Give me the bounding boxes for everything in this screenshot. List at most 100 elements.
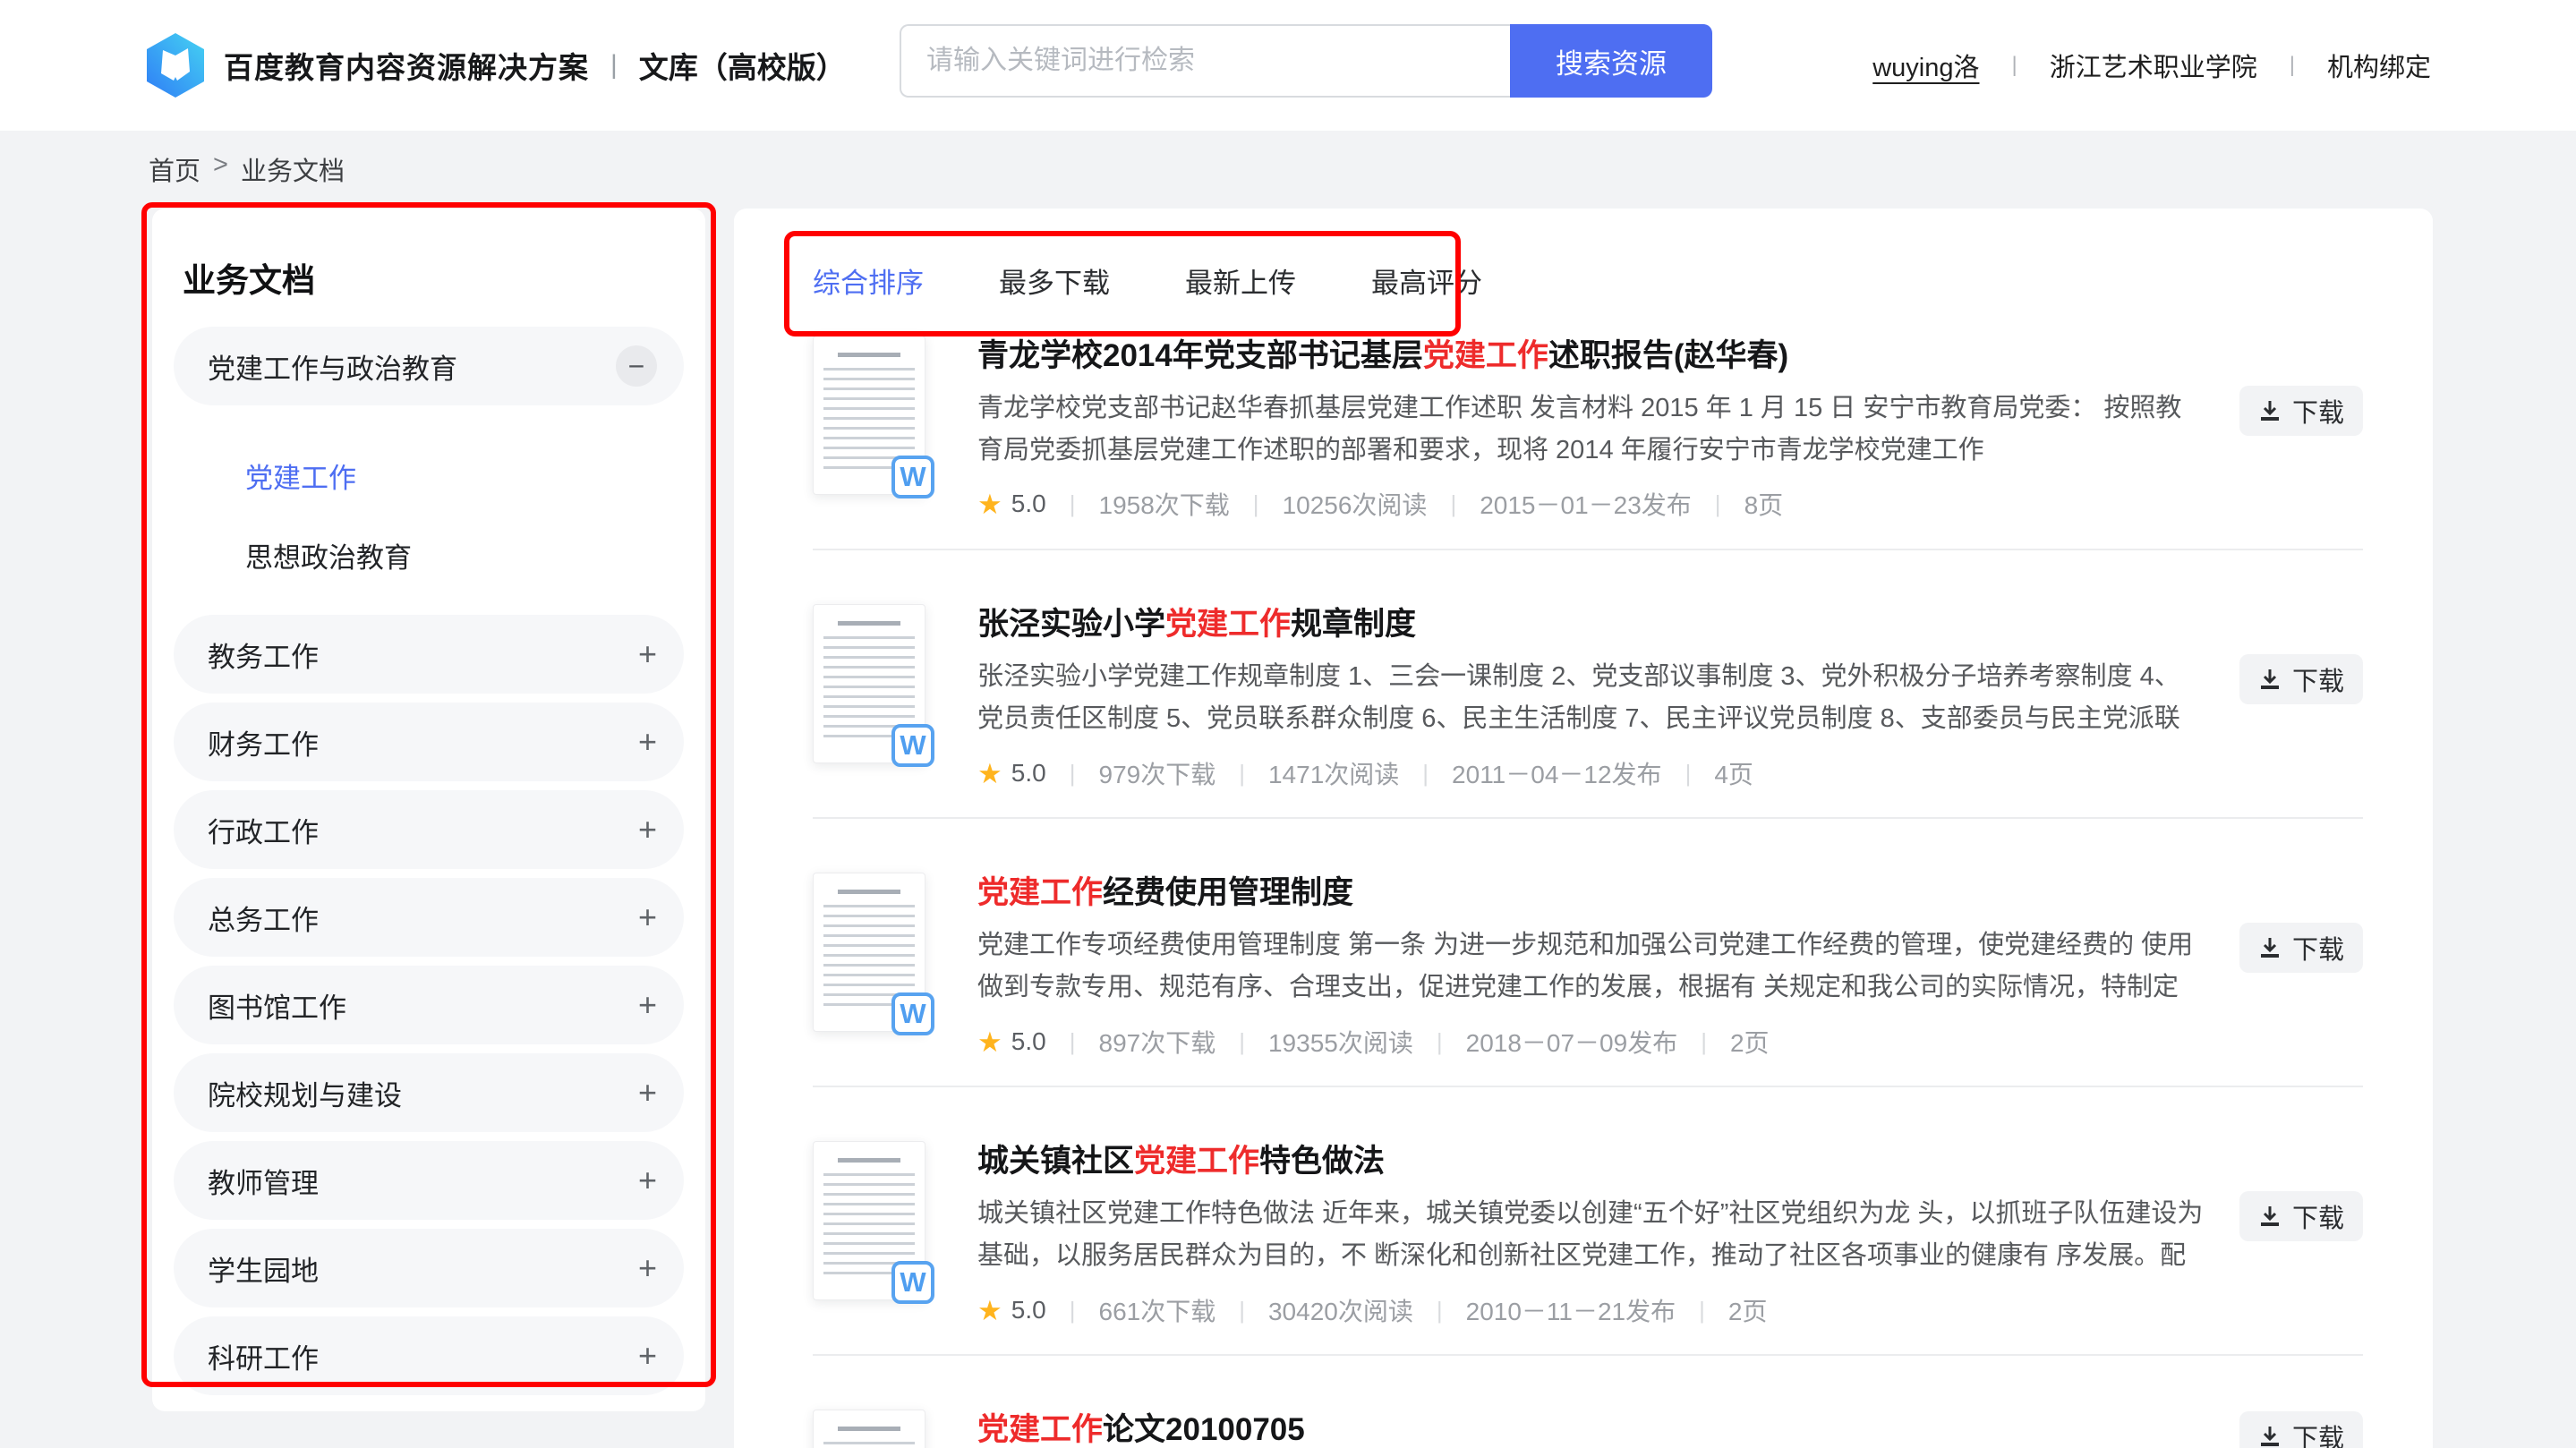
download-area: 下载 — [2239, 654, 2363, 704]
read-count: 10256次阅读 — [1283, 486, 1428, 522]
sort-tabs: 综合排序 最多下载 最新上传 最高评分 — [734, 209, 2433, 302]
download-icon — [2258, 399, 2282, 422]
expand-plus-icon[interactable]: + — [638, 1340, 657, 1372]
word-doc-badge: W — [891, 456, 934, 498]
user-area: wuying洛 | 浙江艺术职业学院 | 机构绑定 — [1872, 0, 2431, 131]
download-icon — [2258, 1425, 2282, 1448]
expand-plus-icon[interactable]: + — [638, 1252, 657, 1284]
result-content: 党建工作经费使用管理制度 党建工作专项经费使用管理制度 第一条 为进一步规范和加… — [977, 873, 2239, 1060]
product-title: 文库（高校版） — [639, 44, 846, 87]
result-item: 党建工作论文20100705 下载 — [813, 1410, 2363, 1448]
expand-plus-icon[interactable]: + — [638, 726, 657, 758]
search-button[interactable]: 搜索资源 — [1510, 24, 1712, 98]
breadcrumb-separator: > — [213, 150, 228, 188]
bind-institution-link[interactable]: 机构绑定 — [2327, 47, 2431, 84]
sidebar-category-zongwu[interactable]: 总务工作 + — [174, 878, 684, 957]
doc-thumbnail-wrap: W — [813, 873, 927, 1032]
category-sidebar: 业务文档 党建工作与政治教育 − 党建工作 思想政治教育 教务工作 + 财务工作… — [152, 209, 705, 1411]
username-link[interactable]: wuying洛 — [1872, 47, 1979, 84]
sidebar-category-jiaoshi[interactable]: 教师管理 + — [174, 1141, 684, 1220]
result-title[interactable]: 党建工作经费使用管理制度 — [977, 873, 2204, 914]
sidebar-title: 业务文档 — [183, 253, 684, 302]
search-bar: 搜索资源 — [900, 24, 1712, 98]
highlighted-keyword: 党建工作 — [1134, 1144, 1259, 1179]
download-icon — [2258, 1205, 2282, 1228]
read-count: 19355次阅读 — [1268, 1024, 1413, 1060]
breadcrumb-home-link[interactable]: 首页 — [149, 150, 200, 188]
expand-plus-icon[interactable]: + — [638, 1077, 657, 1109]
download-button[interactable]: 下载 — [2239, 923, 2363, 973]
download-button[interactable]: 下载 — [2239, 386, 2363, 436]
result-item: W 党建工作经费使用管理制度 党建工作专项经费使用管理制度 第一条 为进一步规范… — [813, 873, 2363, 1141]
page: 百度教育内容资源解决方案 | 文库（高校版） 搜索资源 wuying洛 | 浙江… — [0, 0, 2576, 1448]
download-count: 1958次下载 — [1099, 486, 1230, 522]
star-icon: ★ — [977, 1297, 1002, 1324]
expand-plus-icon[interactable]: + — [638, 989, 657, 1021]
result-content: 青龙学校2014年党支部书记基层党建工作述职报告(赵华春) 青龙学校党支部书记赵… — [977, 336, 2239, 522]
result-item: W 青龙学校2014年党支部书记基层党建工作述职报告(赵华春) 青龙学校党支部书… — [813, 336, 2363, 604]
sidebar-category-keyan[interactable]: 科研工作 + — [174, 1316, 684, 1395]
result-title[interactable]: 党建工作论文20100705 — [977, 1410, 2204, 1448]
publish-date: 2011－04－12发布 — [1452, 755, 1662, 791]
sidebar-category-guihua[interactable]: 院校规划与建设 + — [174, 1053, 684, 1132]
sidebar-category-jiaowu[interactable]: 教务工作 + — [174, 615, 684, 694]
collapse-minus-icon[interactable]: − — [616, 345, 657, 387]
sidebar-category-caiwu[interactable]: 财务工作 + — [174, 703, 684, 781]
result-description: 党建工作专项经费使用管理制度 第一条 为进一步规范和加强公司党建工作经费的管理，… — [977, 924, 2204, 1009]
sidebar-category-xuesheng[interactable]: 学生园地 + — [174, 1229, 684, 1307]
result-title[interactable]: 青龙学校2014年党支部书记基层党建工作述职报告(赵华春) — [977, 336, 2204, 377]
result-description: 青龙学校党支部书记赵华春抓基层党建工作述职 发言材料 2015 年 1 月 15… — [977, 388, 2204, 472]
expand-plus-icon[interactable]: + — [638, 813, 657, 846]
download-area: 下载 — [2239, 386, 2363, 436]
word-doc-badge: W — [891, 724, 934, 767]
breadcrumb-current: 业务文档 — [241, 150, 345, 188]
tab-most-downloaded[interactable]: 最多下载 — [999, 266, 1110, 302]
sidebar-subitem-sixiang[interactable]: 思想政治教育 — [174, 515, 684, 595]
expand-plus-icon[interactable]: + — [638, 901, 657, 933]
doc-thumbnail-wrap: W — [813, 1141, 927, 1300]
download-count: 979次下载 — [1099, 755, 1216, 791]
download-button[interactable]: 下载 — [2239, 1191, 2363, 1241]
download-icon — [2258, 668, 2282, 691]
result-item: W 张泾实验小学党建工作规章制度 张泾实验小学党建工作规章制度 1、三会一课制度… — [813, 604, 2363, 873]
download-area: 下载 — [2239, 923, 2363, 973]
tab-newest-upload[interactable]: 最新上传 — [1185, 266, 1296, 302]
brand-title: 百度教育内容资源解决方案 — [224, 44, 589, 87]
result-meta: ★ 5.0 | 661次下载 | 30420次阅读 | 2010－11－21发布… — [977, 1292, 2204, 1328]
sidebar-category-tushuguan[interactable]: 图书馆工作 + — [174, 966, 684, 1044]
doc-thumbnail-wrap — [813, 1410, 927, 1448]
download-button[interactable]: 下载 — [2239, 1411, 2363, 1448]
tab-highest-rated[interactable]: 最高评分 — [1371, 266, 1482, 302]
read-count: 1471次阅读 — [1268, 755, 1399, 791]
search-input[interactable] — [900, 24, 1510, 98]
expand-plus-icon[interactable]: + — [638, 1164, 657, 1197]
sidebar-category-party-building[interactable]: 党建工作与政治教育 − — [174, 327, 684, 405]
doc-thumbnail-wrap: W — [813, 336, 927, 495]
sidebar-subitem-dangjian[interactable]: 党建工作 — [174, 436, 684, 515]
star-icon: ★ — [977, 490, 1002, 518]
result-item: W 城关镇社区党建工作特色做法 城关镇社区党建工作特色做法 近年来，城关镇党委以… — [813, 1141, 2363, 1410]
wenku-logo-icon[interactable] — [145, 32, 206, 98]
breadcrumb: 首页 > 业务文档 — [149, 150, 345, 188]
sidebar-category-xingzheng[interactable]: 行政工作 + — [174, 790, 684, 869]
download-count: 661次下载 — [1099, 1292, 1216, 1328]
result-meta: ★ 5.0 | 1958次下载 | 10256次阅读 | 2015－01－23发… — [977, 486, 2204, 522]
download-icon — [2258, 936, 2282, 959]
rating-value: 5.0 — [1011, 759, 1046, 788]
result-title[interactable]: 城关镇社区党建工作特色做法 — [977, 1141, 2204, 1182]
result-meta: ★ 5.0 | 979次下载 | 1471次阅读 | 2011－04－12发布 … — [977, 755, 2204, 791]
tab-comprehensive-sort[interactable]: 综合排序 — [813, 266, 924, 302]
brand-area: 百度教育内容资源解决方案 | 文库（高校版） — [145, 0, 846, 131]
result-content: 党建工作论文20100705 — [977, 1410, 2239, 1448]
doc-thumbnail[interactable] — [813, 1410, 925, 1448]
expand-plus-icon[interactable]: + — [638, 638, 657, 670]
doc-thumbnail-wrap: W — [813, 604, 927, 763]
highlighted-keyword: 党建工作 — [1165, 607, 1291, 642]
result-title[interactable]: 张泾实验小学党建工作规章制度 — [977, 604, 2204, 645]
result-description: 张泾实验小学党建工作规章制度 1、三会一课制度 2、党支部议事制度 3、党外积极… — [977, 656, 2204, 741]
star-icon: ★ — [977, 1028, 1002, 1056]
highlighted-keyword: 党建工作 — [1423, 338, 1548, 373]
word-doc-badge: W — [891, 1261, 934, 1304]
download-button[interactable]: 下载 — [2239, 654, 2363, 704]
result-description: 城关镇社区党建工作特色做法 近年来，城关镇党委以创建“五个好”社区党组织为龙 头… — [977, 1193, 2204, 1278]
